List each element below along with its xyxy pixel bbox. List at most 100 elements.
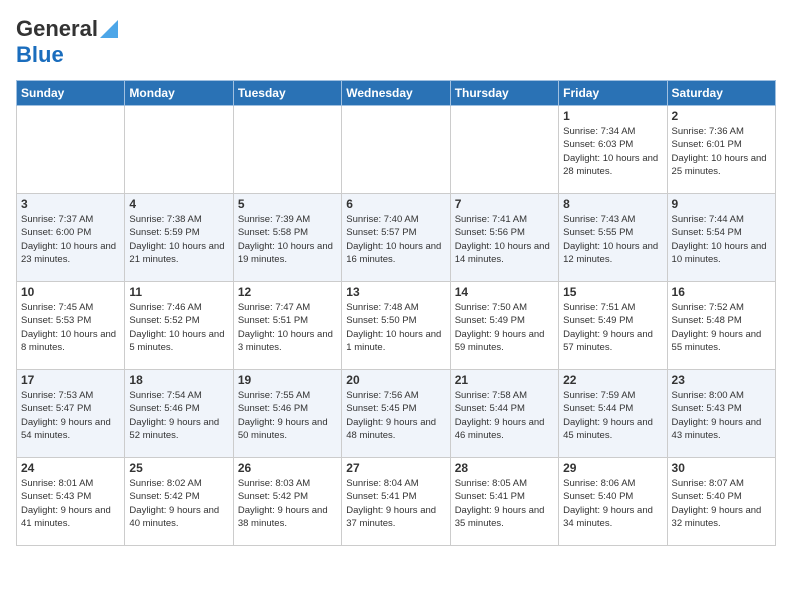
cell-content: Sunrise: 8:07 AM Sunset: 5:40 PM Dayligh… [672, 477, 771, 530]
cell-content: Sunrise: 7:36 AM Sunset: 6:01 PM Dayligh… [672, 125, 771, 178]
calendar-cell: 5 Sunrise: 7:39 AM Sunset: 5:58 PM Daylig… [233, 194, 341, 282]
logo-blue-text: Blue [16, 42, 64, 68]
day-number: 30 [672, 461, 771, 475]
day-number: 21 [455, 373, 554, 387]
calendar-cell: 20 Sunrise: 7:56 AM Sunset: 5:45 PM Dayli… [342, 370, 450, 458]
calendar-cell: 13 Sunrise: 7:48 AM Sunset: 5:50 PM Dayli… [342, 282, 450, 370]
cell-content: Sunrise: 7:50 AM Sunset: 5:49 PM Dayligh… [455, 301, 554, 354]
calendar-cell: 24 Sunrise: 8:01 AM Sunset: 5:43 PM Dayli… [17, 458, 125, 546]
cell-content: Sunrise: 7:52 AM Sunset: 5:48 PM Dayligh… [672, 301, 771, 354]
day-number: 15 [563, 285, 662, 299]
calendar-week-row: 17 Sunrise: 7:53 AM Sunset: 5:47 PM Dayli… [17, 370, 776, 458]
cell-content: Sunrise: 8:02 AM Sunset: 5:42 PM Dayligh… [129, 477, 228, 530]
cell-content: Sunrise: 7:55 AM Sunset: 5:46 PM Dayligh… [238, 389, 337, 442]
calendar-cell: 11 Sunrise: 7:46 AM Sunset: 5:52 PM Dayli… [125, 282, 233, 370]
day-number: 8 [563, 197, 662, 211]
cell-content: Sunrise: 8:00 AM Sunset: 5:43 PM Dayligh… [672, 389, 771, 442]
calendar-cell: 7 Sunrise: 7:41 AM Sunset: 5:56 PM Daylig… [450, 194, 558, 282]
calendar-week-row: 1 Sunrise: 7:34 AM Sunset: 6:03 PM Daylig… [17, 106, 776, 194]
calendar-cell: 10Sunrise: 7:45 AM Sunset: 5:53 PM Dayli… [17, 282, 125, 370]
cell-content: Sunrise: 7:38 AM Sunset: 5:59 PM Dayligh… [129, 213, 228, 266]
weekday-header: Tuesday [233, 81, 341, 106]
day-number: 10 [21, 285, 120, 299]
calendar-cell: 8 Sunrise: 7:43 AM Sunset: 5:55 PM Daylig… [559, 194, 667, 282]
calendar-cell: 9Sunrise: 7:44 AM Sunset: 5:54 PM Daylig… [667, 194, 775, 282]
logo: General Blue [16, 16, 118, 68]
cell-content: Sunrise: 7:58 AM Sunset: 5:44 PM Dayligh… [455, 389, 554, 442]
calendar-week-row: 3 Sunrise: 7:37 AM Sunset: 6:00 PM Daylig… [17, 194, 776, 282]
calendar-cell: 6Sunrise: 7:40 AM Sunset: 5:57 PM Daylig… [342, 194, 450, 282]
cell-content: Sunrise: 7:53 AM Sunset: 5:47 PM Dayligh… [21, 389, 120, 442]
day-number: 26 [238, 461, 337, 475]
day-number: 4 [129, 197, 228, 211]
cell-content: Sunrise: 8:06 AM Sunset: 5:40 PM Dayligh… [563, 477, 662, 530]
cell-content: Sunrise: 7:56 AM Sunset: 5:45 PM Dayligh… [346, 389, 445, 442]
cell-content: Sunrise: 8:03 AM Sunset: 5:42 PM Dayligh… [238, 477, 337, 530]
weekday-header: Sunday [17, 81, 125, 106]
cell-content: Sunrise: 7:41 AM Sunset: 5:56 PM Dayligh… [455, 213, 554, 266]
day-number: 25 [129, 461, 228, 475]
weekday-header: Monday [125, 81, 233, 106]
day-number: 14 [455, 285, 554, 299]
weekday-header: Saturday [667, 81, 775, 106]
day-number: 18 [129, 373, 228, 387]
calendar: SundayMondayTuesdayWednesdayThursdayFrid… [16, 80, 776, 546]
cell-content: Sunrise: 7:44 AM Sunset: 5:54 PM Dayligh… [672, 213, 771, 266]
cell-content: Sunrise: 7:37 AM Sunset: 6:00 PM Dayligh… [21, 213, 120, 266]
calendar-cell: 4 Sunrise: 7:38 AM Sunset: 5:59 PM Daylig… [125, 194, 233, 282]
weekday-header: Friday [559, 81, 667, 106]
day-number: 11 [129, 285, 228, 299]
calendar-cell [125, 106, 233, 194]
day-number: 12 [238, 285, 337, 299]
calendar-cell: 30 Sunrise: 8:07 AM Sunset: 5:40 PM Dayli… [667, 458, 775, 546]
calendar-cell: 26 Sunrise: 8:03 AM Sunset: 5:42 PM Dayli… [233, 458, 341, 546]
day-number: 20 [346, 373, 445, 387]
calendar-cell: 27 Sunrise: 8:04 AM Sunset: 5:41 PM Dayli… [342, 458, 450, 546]
cell-content: Sunrise: 8:04 AM Sunset: 5:41 PM Dayligh… [346, 477, 445, 530]
cell-content: Sunrise: 7:54 AM Sunset: 5:46 PM Dayligh… [129, 389, 228, 442]
calendar-cell: 18 Sunrise: 7:54 AM Sunset: 5:46 PM Dayli… [125, 370, 233, 458]
cell-content: Sunrise: 7:47 AM Sunset: 5:51 PM Dayligh… [238, 301, 337, 354]
day-number: 24 [21, 461, 120, 475]
day-number: 5 [238, 197, 337, 211]
day-number: 27 [346, 461, 445, 475]
calendar-cell: 22Sunrise: 7:59 AM Sunset: 5:44 PM Dayli… [559, 370, 667, 458]
calendar-cell: 16 Sunrise: 7:52 AM Sunset: 5:48 PM Dayli… [667, 282, 775, 370]
cell-content: Sunrise: 7:43 AM Sunset: 5:55 PM Dayligh… [563, 213, 662, 266]
day-number: 22 [563, 373, 662, 387]
cell-content: Sunrise: 8:01 AM Sunset: 5:43 PM Dayligh… [21, 477, 120, 530]
day-number: 19 [238, 373, 337, 387]
cell-content: Sunrise: 7:48 AM Sunset: 5:50 PM Dayligh… [346, 301, 445, 354]
calendar-cell: 15 Sunrise: 7:51 AM Sunset: 5:49 PM Dayli… [559, 282, 667, 370]
calendar-cell: 14 Sunrise: 7:50 AM Sunset: 5:49 PM Dayli… [450, 282, 558, 370]
day-number: 29 [563, 461, 662, 475]
day-number: 2 [672, 109, 771, 123]
logo-general-text: General [16, 16, 98, 42]
calendar-header-row: SundayMondayTuesdayWednesdayThursdayFrid… [17, 81, 776, 106]
calendar-cell [17, 106, 125, 194]
day-number: 6 [346, 197, 445, 211]
calendar-cell: 17 Sunrise: 7:53 AM Sunset: 5:47 PM Dayli… [17, 370, 125, 458]
calendar-cell: 1 Sunrise: 7:34 AM Sunset: 6:03 PM Daylig… [559, 106, 667, 194]
day-number: 16 [672, 285, 771, 299]
calendar-week-row: 24 Sunrise: 8:01 AM Sunset: 5:43 PM Dayli… [17, 458, 776, 546]
cell-content: Sunrise: 7:46 AM Sunset: 5:52 PM Dayligh… [129, 301, 228, 354]
day-number: 23 [672, 373, 771, 387]
cell-content: Sunrise: 7:51 AM Sunset: 5:49 PM Dayligh… [563, 301, 662, 354]
day-number: 13 [346, 285, 445, 299]
calendar-cell: 12 Sunrise: 7:47 AM Sunset: 5:51 PM Dayli… [233, 282, 341, 370]
day-number: 1 [563, 109, 662, 123]
calendar-cell: 29 Sunrise: 8:06 AM Sunset: 5:40 PM Dayli… [559, 458, 667, 546]
calendar-cell: 23 Sunrise: 8:00 AM Sunset: 5:43 PM Dayli… [667, 370, 775, 458]
cell-content: Sunrise: 7:39 AM Sunset: 5:58 PM Dayligh… [238, 213, 337, 266]
calendar-cell: 25 Sunrise: 8:02 AM Sunset: 5:42 PM Dayli… [125, 458, 233, 546]
day-number: 3 [21, 197, 120, 211]
page-header: General Blue [16, 16, 776, 68]
weekday-header: Wednesday [342, 81, 450, 106]
cell-content: Sunrise: 7:34 AM Sunset: 6:03 PM Dayligh… [563, 125, 662, 178]
day-number: 17 [21, 373, 120, 387]
calendar-cell: 21 Sunrise: 7:58 AM Sunset: 5:44 PM Dayli… [450, 370, 558, 458]
day-number: 7 [455, 197, 554, 211]
calendar-cell: 19 Sunrise: 7:55 AM Sunset: 5:46 PM Dayli… [233, 370, 341, 458]
calendar-cell: 2 Sunrise: 7:36 AM Sunset: 6:01 PM Daylig… [667, 106, 775, 194]
